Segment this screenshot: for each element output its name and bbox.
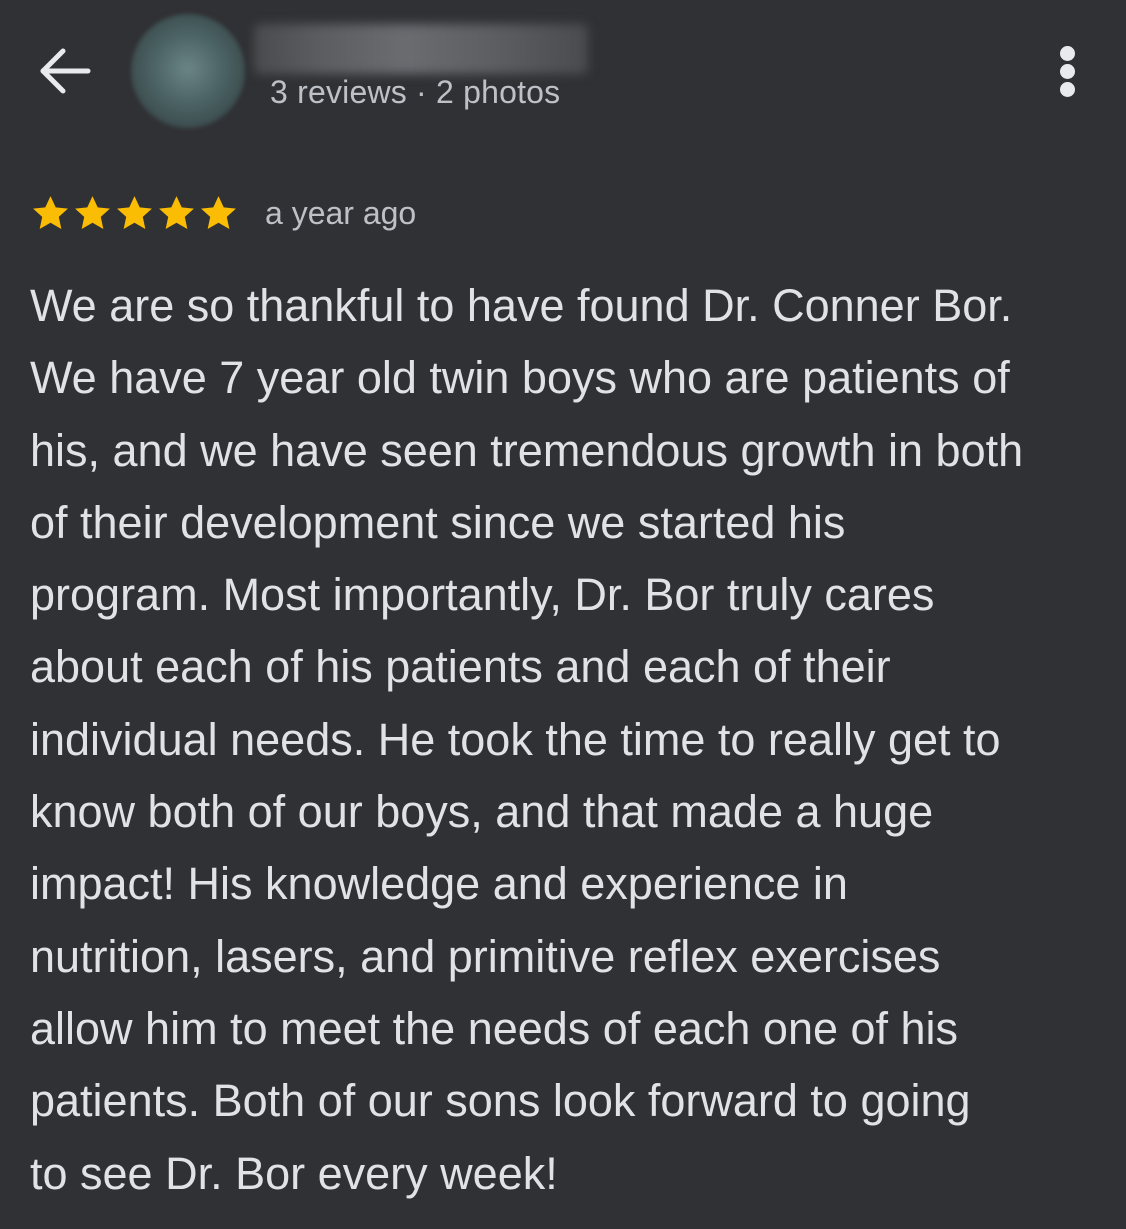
star-icon: [201, 195, 236, 229]
review-line: impact! His knowledge and experience in: [30, 858, 848, 910]
review-line: about each of his patients and each of t…: [30, 641, 891, 693]
review-line: his, and we have seen tremendous growth …: [30, 424, 1024, 476]
review-line: patients. Both of our sons look forward …: [30, 1075, 971, 1127]
review-line: program. Most importantly, Dr. Bor truly…: [30, 569, 935, 621]
review-line: know both of our boys, and that made a h…: [30, 786, 934, 838]
review-line: to see Dr. Bor every week!: [30, 1147, 558, 1199]
review-line: We are so thankful to have found Dr. Con…: [30, 280, 1013, 331]
review-line: nutrition, lasers, and primitive reflex …: [30, 930, 941, 982]
reviewer-header: 3 reviews · 2 photos: [0, 0, 1126, 140]
star-icon: [117, 195, 152, 229]
review-line: We have 7 year old twin boys who are pat…: [30, 352, 1010, 404]
review-line: of their development since we started hi…: [30, 496, 846, 548]
back-button[interactable]: [26, 38, 100, 104]
rating-row: a year ago: [30, 188, 416, 238]
star-icon: [33, 195, 68, 229]
review-text: We are so thankful to have found Dr. Con…: [30, 270, 1110, 1210]
star-icon: [75, 195, 110, 229]
star-rating: [30, 193, 240, 234]
review-time: a year ago: [265, 194, 417, 231]
star-icon: [159, 195, 194, 229]
arrow-left-icon: [40, 48, 91, 94]
review-line: individual needs. He took the time to re…: [30, 713, 1001, 765]
review-line: allow him to meet the needs of each one …: [30, 1002, 959, 1054]
reviewer-meta: 3 reviews · 2 photos: [270, 74, 561, 110]
reviewer-name[interactable]: [254, 24, 588, 74]
reviewer-avatar[interactable]: [131, 14, 245, 128]
review-page: 3 reviews · 2 photos a year ago We are s…: [0, 0, 1126, 1229]
more-options-button[interactable]: [1040, 36, 1096, 106]
